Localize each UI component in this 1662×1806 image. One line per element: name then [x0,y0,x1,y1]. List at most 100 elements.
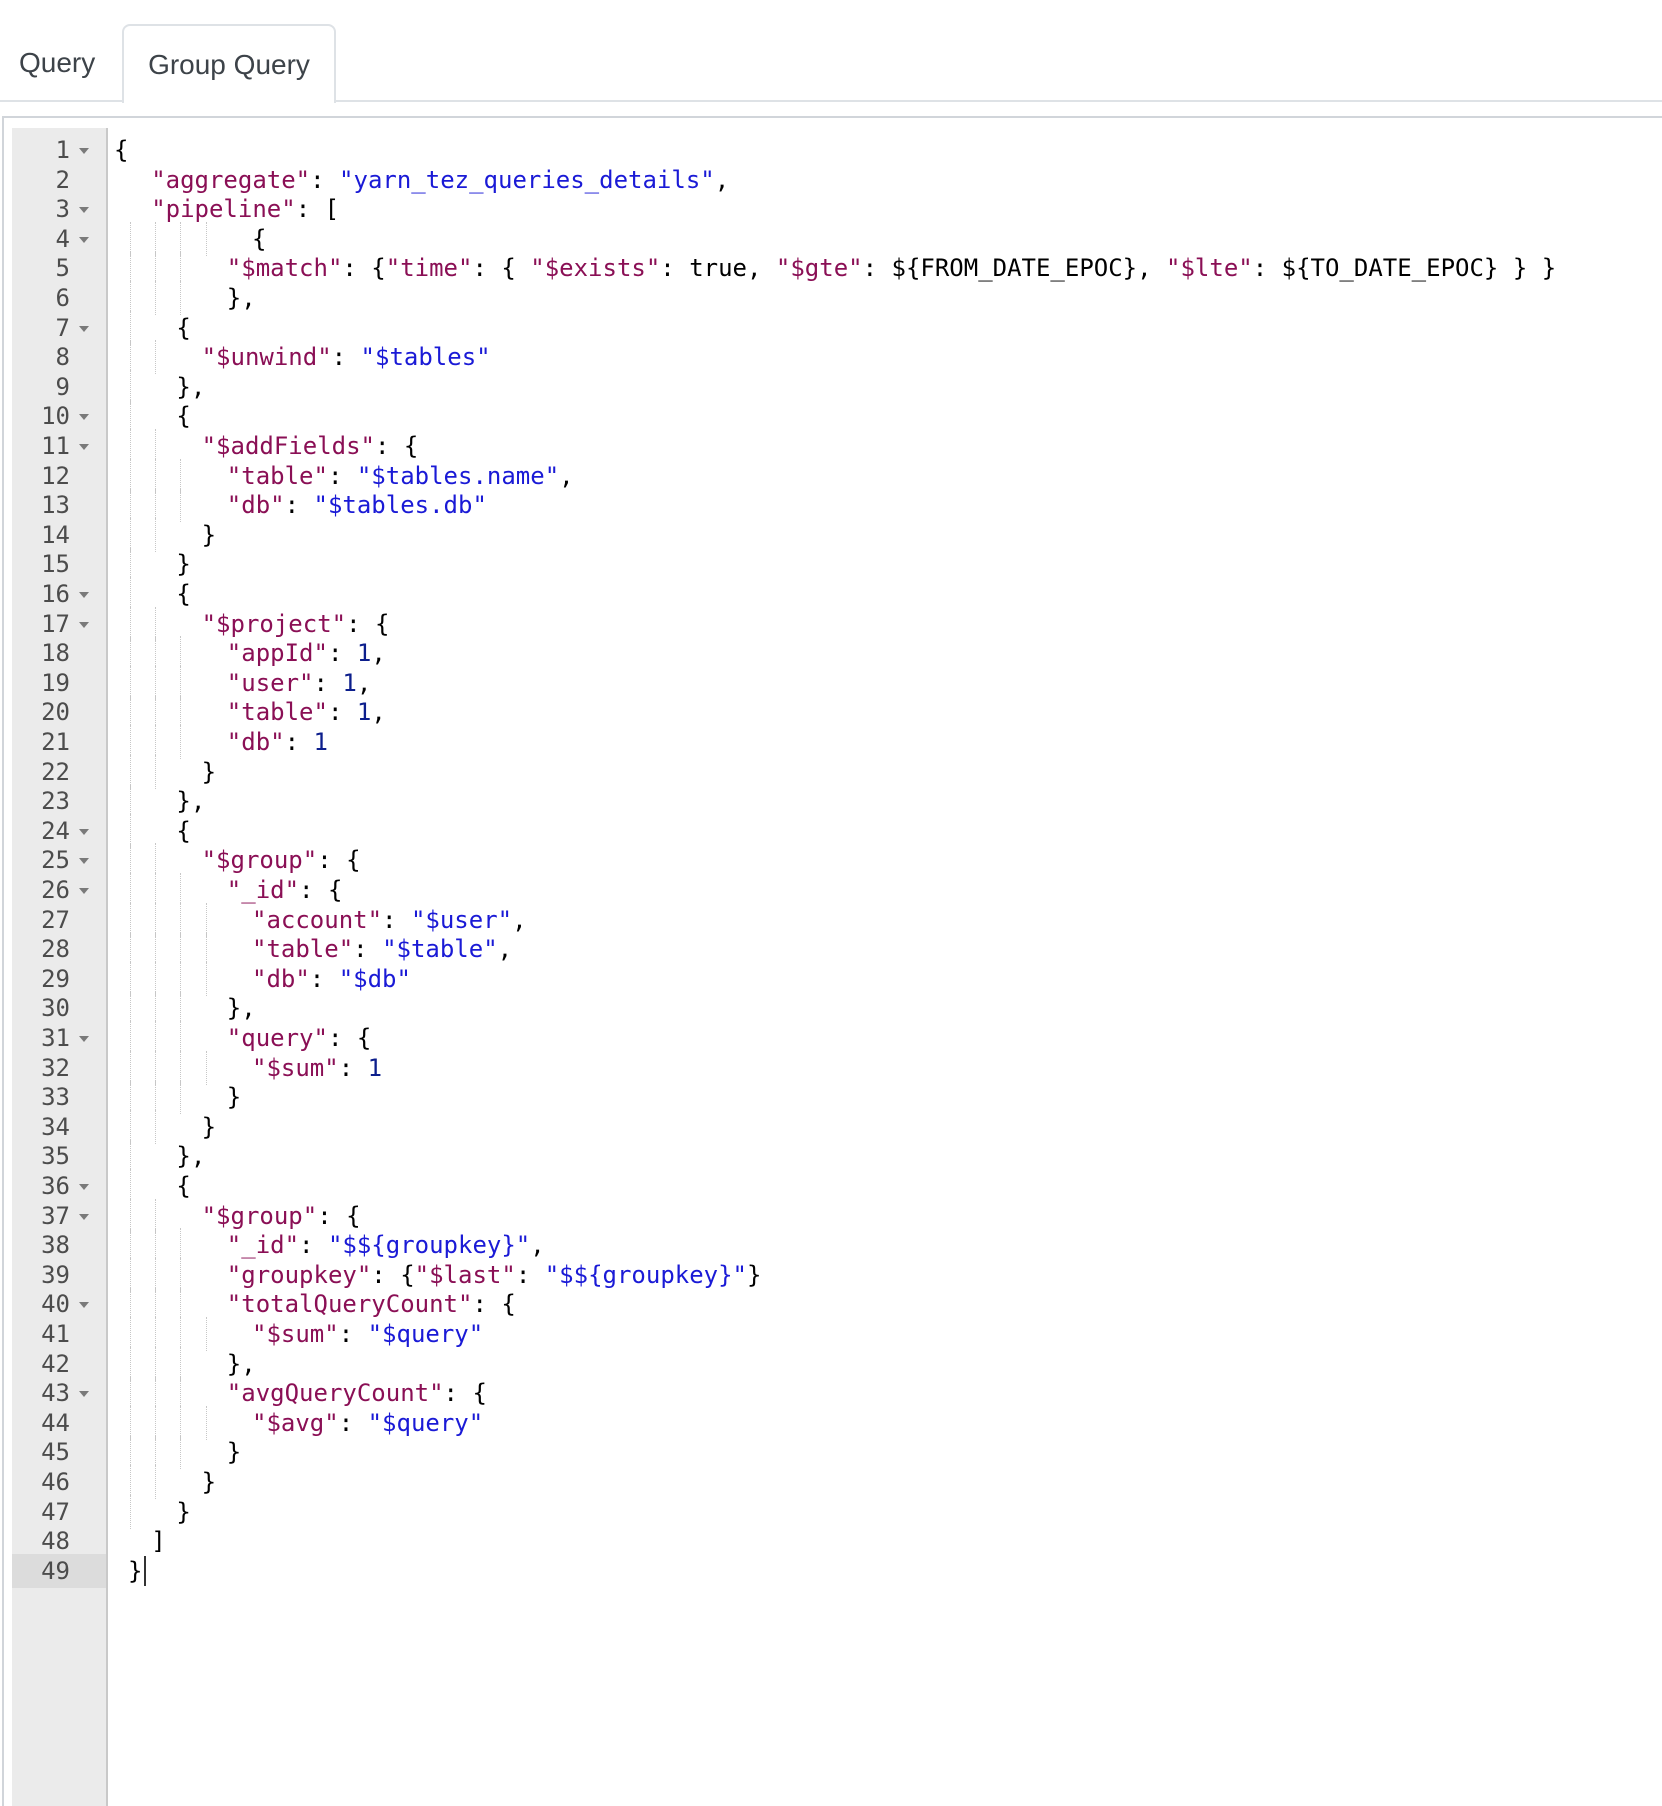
code-token: } [747,1260,762,1289]
code-token: "avgQueryCount" [226,1379,444,1408]
line-number: 49 [12,1553,106,1588]
code-token: } [176,550,191,579]
code-token: : { [317,1201,361,1230]
code-token: "time" [385,254,473,283]
code-token: "$query" [367,1408,484,1437]
code-token: 1 [356,698,372,727]
code-token: "$tables" [360,343,491,372]
code-token: : [309,964,339,993]
code-token: : { [317,846,361,875]
fold-arrow-icon[interactable] [79,1391,89,1398]
code-token: "$sum" [252,1053,339,1082]
code-token: , [559,461,574,490]
code-token: : true, [660,254,776,283]
fold-arrow-icon[interactable] [79,1213,89,1220]
code-token: , [371,639,386,668]
code-token: , [530,1231,545,1260]
code-token: "$last" [414,1260,516,1289]
fold-arrow-icon[interactable] [79,858,89,865]
fold-arrow-icon[interactable] [79,444,89,450]
tab-group-query[interactable]: Group Query [122,24,336,103]
code-token: : [ [295,195,340,224]
fold-arrow-icon[interactable] [79,325,89,332]
line-number-label: 49 [41,1556,70,1585]
code-token: } [128,1556,143,1585]
code-token: , [512,905,527,934]
code-token: { [176,580,191,608]
code-area[interactable]: {"aggregate": "yarn_tez_queries_details"… [110,128,1662,1806]
code-token: : { [327,1024,372,1052]
fold-arrow-icon[interactable] [79,207,89,214]
code-token: : { [443,1379,487,1408]
code-token: { [114,136,129,164]
fold-arrow-icon[interactable] [79,621,89,628]
code-token: : [327,639,357,668]
code-token: } [201,1112,217,1141]
code-token: "table" [226,698,328,727]
code-token: , [497,935,513,964]
code-token: : { [374,432,419,460]
code-token: } [226,1438,242,1467]
code-token: { [176,313,191,342]
fold-arrow-icon[interactable] [79,1302,89,1309]
fold-arrow-icon[interactable] [79,828,89,835]
fold-arrow-icon[interactable] [79,148,89,154]
code-token: : [310,165,340,194]
code-token: "$lte" [1166,254,1253,283]
fold-arrow-icon[interactable] [79,592,89,598]
code-token: }, [226,1349,256,1378]
code-token: 1 [356,639,372,668]
fold-arrow-icon[interactable] [79,888,89,894]
fold-arrow-icon[interactable] [79,1036,89,1042]
code-token: "$exists" [530,254,661,283]
code-token: , [356,668,372,697]
code-token: "db" [226,728,285,756]
code-token: }, [176,1142,206,1171]
code-token: "pipeline" [151,195,296,224]
code-token: "aggregate" [151,165,311,194]
code-token: "_id" [226,876,300,904]
code-token: : [313,668,343,697]
code-token: "_id" [226,1231,300,1260]
code-token: "$query" [367,1320,484,1348]
code-token: : { [472,254,531,283]
code-token: } [201,757,217,786]
code-token: : { [472,1290,516,1319]
code-token: : [327,698,357,727]
code-token: : [284,491,314,520]
code-token: "query" [226,1024,328,1052]
code-token: : [338,1320,368,1348]
code-token: "$user" [410,905,513,934]
code-token: "db" [226,491,285,520]
code-token: "$avg" [252,1408,339,1437]
code-token: : { [299,876,343,904]
code-token: "$unwind" [201,343,332,372]
code-token: 1 [313,728,328,756]
code-token: 1 [342,668,357,697]
code-token: "table" [252,935,354,964]
code-token: "$table" [382,935,498,964]
text-cursor [144,1555,146,1586]
tab-bar: Query Group Query [0,0,1662,103]
code-token: "groupkey" [226,1260,372,1289]
code-token: } [226,1083,242,1112]
code-token: ] [151,1527,166,1556]
code-token: , [714,165,730,194]
code-token: "account" [252,905,383,934]
code-token: : [353,935,383,964]
code-token: : [382,905,411,934]
code-token: "$sum" [252,1320,339,1348]
code-token: : ${FROM_DATE_EPOC}, [862,254,1167,283]
fold-arrow-icon[interactable] [79,236,89,243]
code-token: { [176,816,191,845]
code-token: "$addFields" [201,432,375,460]
fold-arrow-icon[interactable] [79,1184,89,1190]
fold-arrow-icon[interactable] [79,414,89,421]
tab-query[interactable]: Query [0,24,120,101]
code-token: : [299,1231,328,1260]
code-token: : [338,1408,368,1437]
code-token: "$${groupkey}" [327,1231,531,1260]
code-token: "db" [252,964,310,993]
code-token: "totalQueryCount" [226,1290,473,1319]
code-token: }, [226,284,256,312]
